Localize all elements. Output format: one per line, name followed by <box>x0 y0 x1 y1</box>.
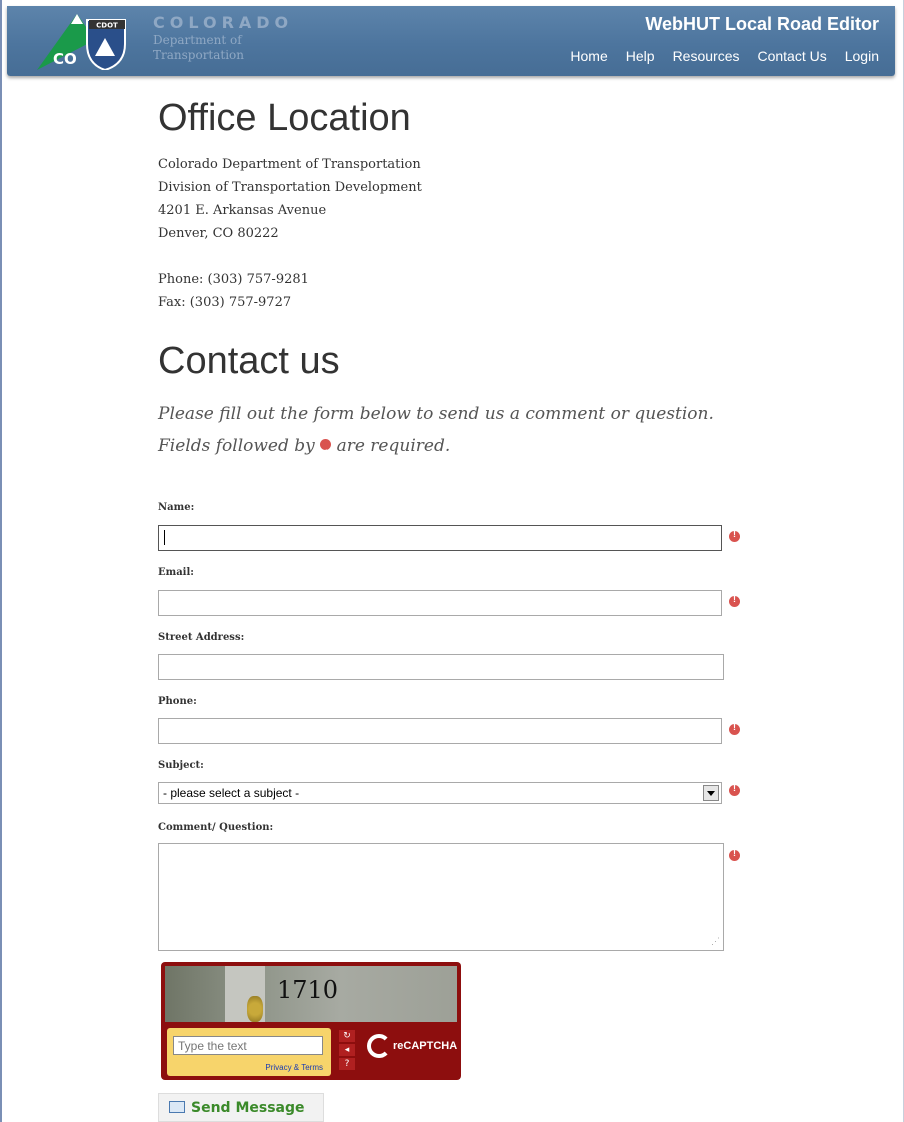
site-header: CDOT CO COLORADO Department of Transport… <box>7 6 895 76</box>
captcha-image: 1710 <box>165 966 457 1022</box>
address-line-3: 4201 E. Arkansas Avenue <box>158 203 327 218</box>
name-label: Name: <box>158 502 195 513</box>
brand-block: COLORADO Department of Transportation <box>153 14 293 62</box>
email-required-icon <box>729 594 740 607</box>
office-location-heading: Office Location <box>158 97 411 139</box>
subject-required-icon <box>729 783 740 796</box>
office-phone: Phone: (303) 757-9281 <box>158 272 309 287</box>
window-border-left <box>0 0 2 1122</box>
street-address-input[interactable] <box>158 654 724 680</box>
logo-bottom-text: CO <box>53 50 77 68</box>
envelope-icon <box>169 1101 185 1113</box>
address-line-4: Denver, CO 80222 <box>158 226 279 241</box>
address-line-2: Division of Transportation Development <box>158 180 422 195</box>
nav-help[interactable]: Help <box>626 48 655 64</box>
nav-home[interactable]: Home <box>570 48 607 64</box>
nav-contact-us[interactable]: Contact Us <box>757 48 826 64</box>
phone-input[interactable] <box>158 718 722 744</box>
privacy-terms-link[interactable]: Privacy & Terms <box>265 1063 323 1072</box>
comment-label: Comment/ Question: <box>158 822 274 833</box>
captcha-controls: ↻ ◂ ? <box>339 1030 357 1072</box>
name-input[interactable] <box>158 525 722 551</box>
text-caret <box>164 530 165 545</box>
brand-title: COLORADO <box>153 13 294 32</box>
contact-intro: Please fill out the form below to send u… <box>158 398 758 469</box>
required-note-prefix: Fields followed by <box>158 436 315 456</box>
brand-subtitle-1: Department of <box>153 33 242 47</box>
audio-icon[interactable]: ◂ <box>339 1044 355 1056</box>
name-required-icon <box>729 529 740 542</box>
main-content: Office Location Colorado Department of T… <box>158 95 758 469</box>
recaptcha-ring-icon <box>367 1034 391 1058</box>
refresh-icon[interactable]: ↻ <box>339 1030 355 1042</box>
street-address-label: Street Address: <box>158 632 245 643</box>
phone-required-icon <box>729 722 740 735</box>
cdot-logo: CDOT CO <box>37 14 126 70</box>
subject-label: Subject: <box>158 760 204 771</box>
recaptcha-widget: 1710 Privacy & Terms ↻ ◂ ? reCAPTCHA <box>161 962 461 1080</box>
recaptcha-logo: reCAPTCHA <box>367 1034 457 1058</box>
subject-selected-value: - please select a subject - <box>163 786 300 800</box>
email-input[interactable] <box>158 590 722 616</box>
captcha-input-box: Privacy & Terms <box>167 1028 331 1076</box>
captcha-image-text: 1710 <box>277 976 339 1004</box>
required-note: Fields followed by are required. <box>158 430 758 469</box>
app-title: WebHUT Local Road Editor <box>645 14 879 34</box>
brand-subtitle-2: Transportation <box>153 48 245 62</box>
intro-text: Please fill out the form below to send u… <box>158 404 714 424</box>
nav-resources[interactable]: Resources <box>673 48 740 64</box>
captcha-input[interactable] <box>173 1036 323 1055</box>
required-note-suffix: are required. <box>336 436 451 456</box>
email-label: Email: <box>158 567 194 578</box>
nav-login[interactable]: Login <box>845 48 879 64</box>
comment-required-icon <box>729 848 740 861</box>
send-message-button[interactable]: Send Message <box>158 1093 324 1122</box>
required-icon <box>320 437 332 469</box>
logo-top-text: CDOT <box>96 22 118 30</box>
comment-textarea[interactable]: ⋰ <box>158 843 724 951</box>
phone-label: Phone: <box>158 696 197 707</box>
contact-us-heading: Contact us <box>158 340 340 382</box>
send-message-label: Send Message <box>191 1100 305 1116</box>
chevron-down-icon[interactable] <box>703 785 719 801</box>
address-line-1: Colorado Department of Transportation <box>158 157 421 172</box>
office-address: Colorado Department of Transportation Di… <box>158 153 758 314</box>
top-nav: Home Help Resources Contact Us Login <box>552 48 879 64</box>
recaptcha-brand: reCAPTCHA <box>393 1039 458 1052</box>
office-fax: Fax: (303) 757-9727 <box>158 295 292 310</box>
help-icon[interactable]: ? <box>339 1058 355 1070</box>
subject-select[interactable]: - please select a subject - <box>158 782 722 804</box>
resize-grip-icon[interactable]: ⋰ <box>711 936 720 947</box>
